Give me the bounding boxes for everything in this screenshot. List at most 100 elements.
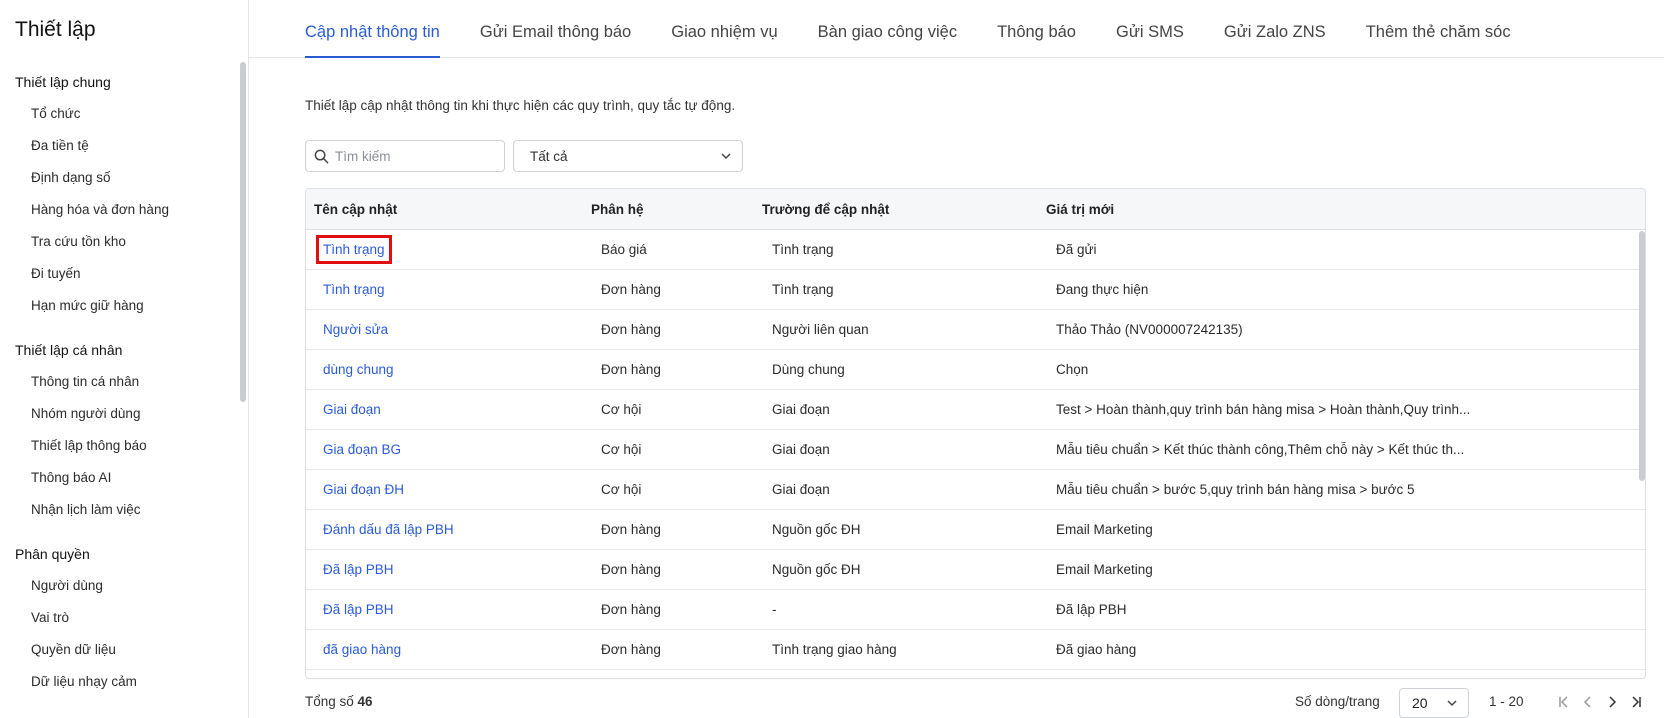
page-range: 1 - 20: [1489, 694, 1524, 709]
row-name-link[interactable]: Đã lập PBH: [323, 562, 394, 577]
row-new-value: Mẫu tiêu chuẩn > Kết thúc thành công,Thê…: [1056, 442, 1465, 457]
row-name-link[interactable]: đã giao hàng: [323, 642, 401, 657]
first-page-button[interactable]: [1555, 693, 1573, 711]
sidebar-title: Thiết lập: [15, 18, 96, 41]
row-module: Cơ hội: [601, 402, 642, 417]
row-name-link[interactable]: Đánh dấu đã lập PBH: [323, 522, 454, 537]
row-module: Cơ hội: [601, 442, 642, 457]
table-row[interactable]: Giai đoạn ĐH Cơ hội Giai đoạn Mẫu tiêu chuẩ…: [306, 470, 1645, 510]
row-field: Giai đoạn: [772, 482, 830, 497]
row-field: Giai đoạn: [772, 402, 830, 417]
rows-per-page-value: 20: [1412, 695, 1428, 711]
tab-send-sms[interactable]: Gửi SMS: [1116, 0, 1184, 58]
column-header-name[interactable]: Tên cập nhật: [306, 202, 591, 217]
sidebar-item-multi-currency[interactable]: Đa tiền tệ: [0, 130, 238, 162]
tab-send-email[interactable]: Gửi Email thông báo: [480, 0, 631, 58]
filter-select[interactable]: Tất cả: [513, 140, 743, 172]
table-row[interactable]: Đánh dấu đã lập PBH Đơn hàng Nguồn gốc ĐH E…: [306, 510, 1645, 550]
row-module: Báo giá: [601, 242, 647, 257]
row-name-link[interactable]: Tình trạng: [323, 282, 385, 297]
table-header: Tên cập nhật Phân hệ Trường để cập nhật …: [306, 189, 1645, 230]
row-new-value: Đã lập PBH: [1056, 602, 1127, 617]
table-row[interactable]: Tình trạng Đơn hàng Tình trạng Đang thực hi…: [306, 270, 1645, 310]
tab-update-info[interactable]: Cập nhật thông tin: [305, 0, 440, 58]
rows-per-page-label: Số dòng/trang: [1295, 694, 1380, 709]
sidebar-item-ai-notifications[interactable]: Thông báo AI: [0, 462, 238, 494]
chevron-down-icon: [1447, 700, 1457, 707]
sidebar-item-personal-info[interactable]: Thông tin cá nhân: [0, 366, 238, 398]
row-name-link[interactable]: Giai đoạn: [323, 402, 381, 417]
table-row[interactable]: Tình trạng Báo giá Tình trạng Đã gửi: [306, 230, 1645, 270]
row-field: Giai đoạn: [772, 442, 830, 457]
chevron-right-icon: [1609, 696, 1617, 708]
sidebar-item-routing[interactable]: Đi tuyến: [0, 258, 238, 290]
last-page-button[interactable]: [1627, 693, 1645, 711]
sidebar-item-users[interactable]: Người dùng: [0, 570, 238, 602]
row-name-link[interactable]: Người sửa: [323, 322, 388, 337]
row-name-link[interactable]: Tình trạng: [316, 235, 392, 264]
sidebar-item-hold-limit[interactable]: Hạn mức giữ hàng: [0, 290, 238, 322]
sidebar-list: Thiết lập chung Tổ chức Đa tiền tệ Định …: [0, 66, 238, 698]
chevron-down-icon: [721, 153, 731, 160]
sidebar-item-number-format[interactable]: Định dạng số: [0, 162, 238, 194]
table-row[interactable]: đã giao hàng Đơn hàng Tình trạng giao hàng…: [306, 630, 1645, 670]
filter-select-value: Tất cả: [530, 148, 568, 164]
total-count: Tổng số 46: [305, 694, 373, 709]
row-module: Đơn hàng: [601, 602, 661, 617]
sidebar-item-roles[interactable]: Vai trò: [0, 602, 238, 634]
search-input[interactable]: [335, 148, 495, 164]
sidebar-item-notification-settings[interactable]: Thiết lập thông báo: [0, 430, 238, 462]
table-row[interactable]: Đã lập PBH Đơn hàng Nguồn gốc ĐH Email Mark…: [306, 550, 1645, 590]
row-field: Tình trạng: [772, 242, 834, 257]
row-module: Đơn hàng: [601, 362, 661, 377]
table-row[interactable]: Gia đoạn BG Cơ hội Giai đoạn Mẫu tiêu chuẩn…: [306, 430, 1645, 470]
sidebar-item-sensitive-data[interactable]: Dữ liệu nhạy cảm: [0, 666, 238, 698]
tab-notification[interactable]: Thông báo: [997, 0, 1076, 58]
sidebar-item-user-groups[interactable]: Nhóm người dùng: [0, 398, 238, 430]
sidebar-group-personal: Thiết lập cá nhân: [15, 342, 123, 358]
prev-page-button[interactable]: [1579, 693, 1597, 711]
sidebar-item-data-permissions[interactable]: Quyền dữ liệu: [0, 634, 238, 666]
tab-assign-task[interactable]: Giao nhiệm vụ: [671, 0, 777, 58]
row-module: Đơn hàng: [601, 642, 661, 657]
sidebar-item-organization[interactable]: Tổ chức: [0, 98, 238, 130]
row-module: Đơn hàng: [601, 322, 661, 337]
column-header-new-value[interactable]: Giá trị mới: [1046, 202, 1636, 217]
table-row[interactable]: Người sửa Đơn hàng Người liên quan Thảo Thả…: [306, 310, 1645, 350]
tab-add-care-tag[interactable]: Thêm thẻ chăm sóc: [1366, 0, 1511, 58]
sidebar: Thiết lập Thiết lập chung Tổ chức Đa tiề…: [0, 0, 249, 718]
row-new-value: Đã giao hàng: [1056, 642, 1137, 657]
row-field: Nguồn gốc ĐH: [772, 522, 861, 537]
rows-per-page-select[interactable]: 20: [1399, 688, 1469, 718]
sidebar-item-products-orders[interactable]: Hàng hóa và đơn hàng: [0, 194, 238, 226]
row-name-link[interactable]: Gia đoạn BG: [323, 442, 401, 457]
row-new-value: Email Marketing: [1056, 522, 1153, 537]
update-table: Tên cập nhật Phân hệ Trường để cập nhật …: [305, 188, 1646, 679]
tab-handover[interactable]: Bàn giao công việc: [818, 0, 957, 58]
sidebar-item-inventory-lookup[interactable]: Tra cứu tồn kho: [0, 226, 238, 258]
row-new-value: Email Marketing: [1056, 562, 1153, 577]
search-box[interactable]: [305, 140, 505, 172]
row-new-value: Đã gửi: [1056, 242, 1097, 257]
row-field: Tình trạng: [772, 282, 834, 297]
row-field: Người liên quan: [772, 322, 869, 337]
first-page-icon: [1559, 696, 1568, 708]
total-value: 46: [357, 694, 373, 709]
row-field: -: [772, 602, 777, 617]
table-row[interactable]: Đã lập PBH Đơn hàng - Đã lập PBH: [306, 590, 1645, 630]
chevron-left-icon: [1583, 696, 1591, 708]
row-name-link[interactable]: dùng chung: [323, 362, 394, 377]
table-row[interactable]: Giai đoạn Cơ hội Giai đoạn Test > Hoàn thàn…: [306, 390, 1645, 430]
sidebar-scrollbar[interactable]: [240, 62, 246, 402]
pagination: [1555, 693, 1645, 711]
row-name-link[interactable]: Giai đoạn ĐH: [323, 482, 404, 497]
next-page-button[interactable]: [1603, 693, 1621, 711]
sidebar-item-work-calendar[interactable]: Nhận lịch làm việc: [0, 494, 238, 526]
table-row[interactable]: dùng chung Đơn hàng Dùng chung Chọn: [306, 350, 1645, 390]
row-name-link[interactable]: Đã lập PBH: [323, 602, 394, 617]
tab-send-zalo[interactable]: Gửi Zalo ZNS: [1224, 0, 1326, 58]
row-new-value: Thảo Thảo (NV000007242135): [1056, 322, 1243, 337]
column-header-module[interactable]: Phân hệ: [591, 202, 762, 217]
column-header-field[interactable]: Trường để cập nhật: [762, 202, 1046, 217]
table-scrollbar[interactable]: [1639, 231, 1645, 481]
